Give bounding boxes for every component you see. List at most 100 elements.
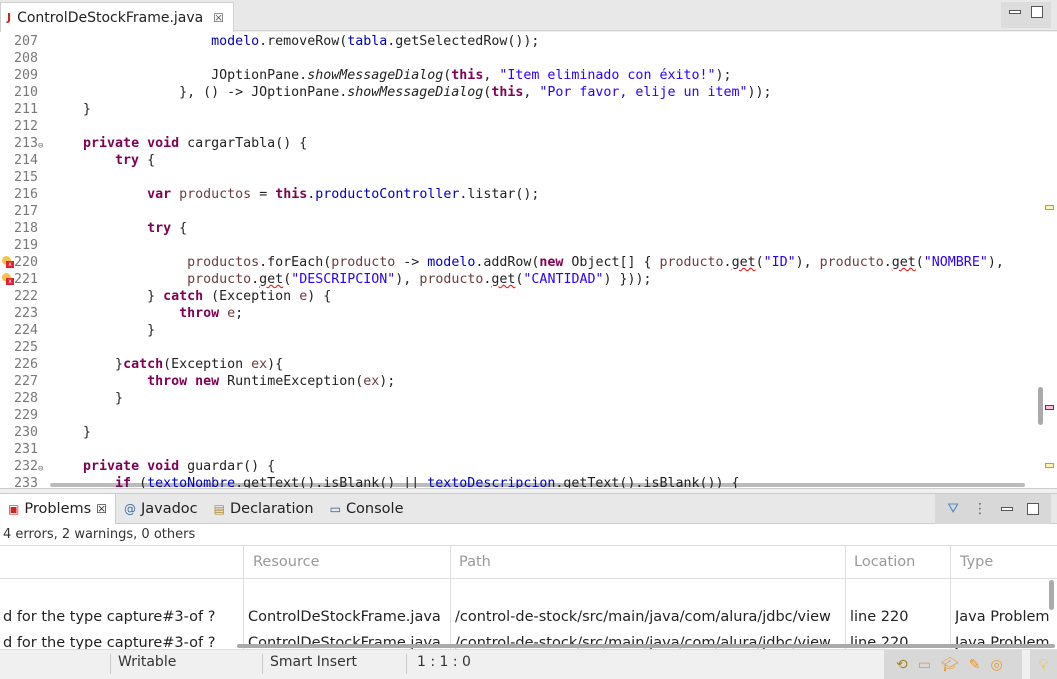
column-resource[interactable]: Resource — [253, 554, 320, 570]
code-text: try { — [51, 152, 155, 169]
overview-marker[interactable] — [1045, 463, 1054, 468]
status-bar: Writable Smart Insert 1 : 1 : 0 ⟲ ▭ 🎓︎ ✎… — [0, 649, 1057, 679]
maximize-panel-button[interactable] — [1027, 503, 1039, 515]
tab-problems[interactable]: ▣ Problems ☒ — [0, 493, 116, 524]
tutorial-icon[interactable]: 🎓︎ — [941, 657, 959, 673]
line-number: 211 — [14, 102, 39, 117]
code-token: .listar(); — [459, 187, 540, 202]
close-tab-icon[interactable]: ☒ — [213, 11, 224, 25]
tab-javadoc[interactable]: @ Javadoc — [116, 494, 206, 524]
overview-marker[interactable] — [1045, 405, 1054, 410]
code-token: } — [51, 357, 124, 372]
problems-icon: ▣ — [8, 501, 20, 516]
line-number: 228 — [14, 391, 39, 406]
code-token: ( — [131, 476, 148, 489]
code-text: }, () -> JOptionPane.showMessageDialog(t… — [51, 84, 771, 101]
code-token: ( — [283, 272, 292, 287]
status-insert-mode[interactable]: Smart Insert — [270, 654, 357, 670]
maximize-button[interactable] — [1031, 6, 1043, 18]
line-number: 229 — [14, 408, 39, 423]
code-token: showMessageDialog — [307, 68, 444, 83]
code-token: ; — [235, 306, 244, 321]
line-number: 220 — [14, 255, 39, 270]
pencil-icon[interactable]: ✎ — [969, 657, 981, 673]
filter-icon[interactable]: ⛛ — [947, 501, 959, 517]
table-header: Resource Path Location Type — [0, 545, 1057, 579]
column-type[interactable]: Type — [960, 554, 993, 570]
column-location[interactable]: Location — [854, 554, 915, 570]
code-token: Object[] { — [563, 255, 660, 270]
code-token: .getText().isBlank() || — [235, 476, 428, 489]
code-token: productos — [187, 255, 260, 270]
line-number: 208 — [14, 51, 39, 66]
line-number: 227 — [14, 374, 39, 389]
view-menu-icon[interactable]: ⋮ — [973, 501, 987, 517]
code-token: , — [483, 68, 500, 83]
code-token: producto — [819, 255, 884, 270]
help-icon[interactable]: ◎ — [990, 657, 1002, 673]
code-text: producto.get("DESCRIPCION"), producto.ge… — [51, 271, 651, 288]
code-token: catch — [163, 289, 204, 304]
line-number: 231 — [14, 442, 39, 457]
editor-tab[interactable]: J ControlDeStockFrame.java ☒ — [0, 2, 234, 32]
error-warning-marker-icon[interactable]: x — [2, 256, 14, 268]
code-token: .removeRow( — [259, 34, 348, 49]
error-warning-marker-icon[interactable]: x — [2, 273, 14, 285]
code-token: if — [115, 476, 132, 489]
table-vertical-scrollbar[interactable] — [1049, 580, 1054, 610]
cell-type: Java Problem — [955, 609, 1050, 625]
column-path[interactable]: Path — [459, 554, 491, 570]
line-number: 224 — [14, 323, 39, 338]
code-token: = — [251, 187, 276, 202]
status-writable: Writable — [118, 654, 177, 670]
cell-location: line 220 — [850, 609, 909, 625]
code-token: . — [883, 255, 892, 270]
code-token: e — [299, 289, 308, 304]
code-token: }, () -> JOptionPane. — [51, 85, 348, 100]
editor-tab-title: ControlDeStockFrame.java — [17, 9, 204, 26]
code-token: } — [51, 425, 92, 440]
code-text: if (textoNombre.getText().isBlank() || t… — [51, 475, 740, 489]
tab-label: Console — [345, 500, 404, 517]
sync-icon[interactable]: ⟲ — [896, 657, 908, 673]
tab-console[interactable]: ▭ Console — [322, 494, 412, 524]
code-text: } — [51, 424, 91, 441]
editor-vertical-scrollbar[interactable] — [1038, 387, 1043, 425]
code-token: ) { — [307, 289, 332, 304]
code-token: (Exception — [203, 289, 300, 304]
code-token: ){ — [267, 357, 284, 372]
code-token: void — [147, 459, 180, 474]
code-token: ( — [915, 255, 924, 270]
code-token: new — [539, 255, 564, 270]
code-token: ), — [395, 272, 420, 287]
tab-label: Problems — [24, 500, 92, 517]
book-icon[interactable]: ▭ — [918, 657, 931, 673]
code-editor[interactable]: 207 modelo.removeRow(tabla.getSelectedRo… — [0, 32, 1057, 489]
line-number: 226 — [14, 357, 39, 372]
code-token: tabla — [347, 34, 388, 49]
problems-panel: ▣ Problems ☒ @ Javadoc ▤ Declaration ▭ Console ⛛… — [0, 493, 1057, 651]
table-horizontal-scrollbar[interactable] — [237, 644, 1055, 648]
line-number: 221 — [14, 272, 39, 287]
cell-resource: ControlDeStockFrame.java — [248, 609, 441, 625]
table-row[interactable]: d for the type capture#3-of ? ControlDeSt… — [0, 607, 1050, 633]
code-token: this — [491, 85, 524, 100]
minimize-panel-button[interactable] — [1001, 507, 1013, 511]
code-token: "Por favor, elije un item" — [539, 85, 748, 100]
close-tab-icon[interactable]: ☒ — [96, 502, 107, 516]
code-token: , — [523, 85, 540, 100]
code-token: .getText().isBlank()) { — [555, 476, 740, 489]
tab-declaration[interactable]: ▤ Declaration — [206, 494, 322, 524]
tip-lightbulb-icon[interactable]: 💡︎ — [1030, 650, 1057, 679]
overview-marker[interactable] — [1045, 205, 1054, 210]
minimize-button[interactable] — [1009, 10, 1021, 14]
code-token: "Item eliminado con éxito!" — [499, 68, 716, 83]
line-number: 218 — [14, 221, 39, 236]
code-token: get — [731, 255, 756, 270]
